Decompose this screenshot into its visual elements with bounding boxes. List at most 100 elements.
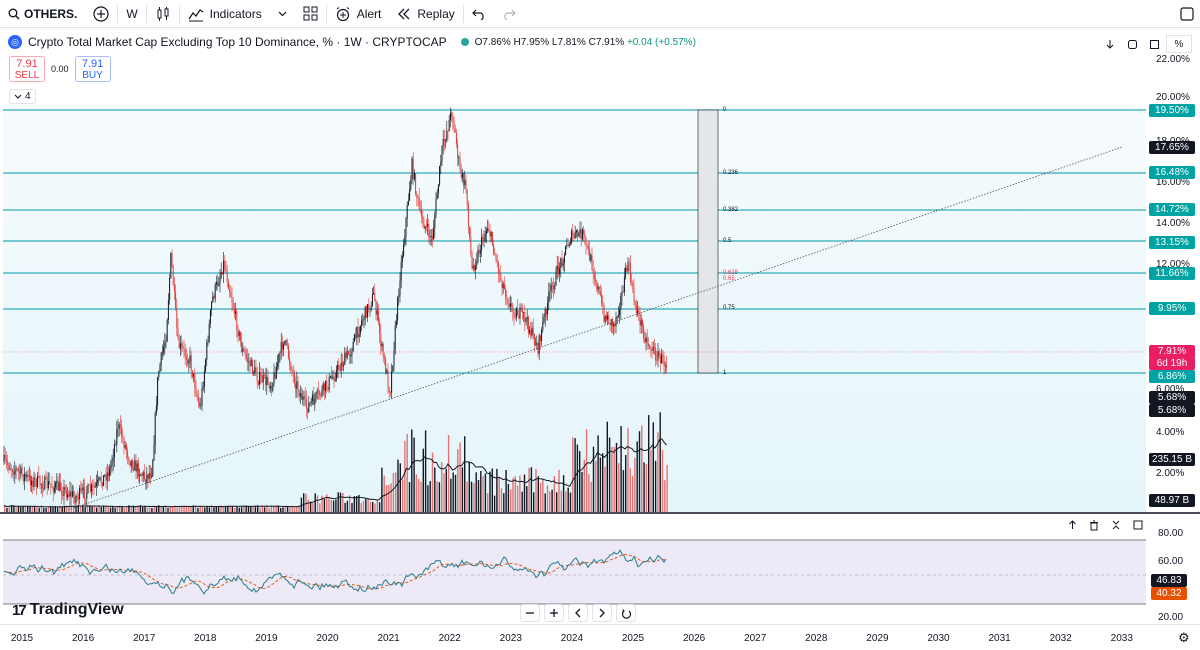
candle-body bbox=[172, 265, 174, 286]
candle-body bbox=[208, 323, 210, 342]
series-title[interactable]: Crypto Total Market Cap Excluding Top 10… bbox=[28, 35, 447, 49]
candle-body bbox=[463, 173, 465, 186]
maximize-pane-button[interactable] bbox=[1144, 35, 1164, 53]
candle-body bbox=[621, 291, 623, 296]
volume-bar bbox=[273, 505, 275, 512]
maximize-pane-button[interactable] bbox=[1130, 518, 1146, 532]
chart-background bbox=[3, 108, 1146, 512]
candle-body bbox=[233, 308, 235, 314]
scroll-left-button[interactable] bbox=[568, 604, 588, 622]
candle-body bbox=[196, 395, 198, 397]
candle-body bbox=[499, 273, 501, 275]
zoom-out-button[interactable] bbox=[520, 604, 540, 622]
cryptocap-logo-icon: ◎ bbox=[8, 35, 22, 49]
candle-body bbox=[88, 484, 90, 486]
time-tick: 2029 bbox=[866, 633, 889, 644]
candle-body bbox=[661, 354, 663, 363]
candle-body bbox=[457, 144, 459, 158]
delete-pane-button[interactable] bbox=[1086, 518, 1102, 532]
candle-body bbox=[597, 286, 599, 290]
price-axis[interactable]: 22.00% 20.00% 18.00% 16.00% 14.00% 12.00… bbox=[1146, 54, 1200, 512]
indicators-button[interactable]: Indicators bbox=[180, 0, 270, 28]
buy-button[interactable]: 7.91 BUY bbox=[74, 56, 111, 82]
volume-bar bbox=[443, 473, 445, 512]
candle-body bbox=[575, 229, 577, 233]
candle-body bbox=[350, 354, 352, 357]
fib-level-label: 0 bbox=[723, 107, 727, 113]
volume-bar bbox=[314, 493, 316, 512]
zoom-in-button[interactable] bbox=[544, 604, 564, 622]
symbol-search-button[interactable]: OTHERS. bbox=[0, 0, 85, 28]
price-chart[interactable] bbox=[0, 0, 1200, 650]
volume-bar bbox=[510, 489, 512, 512]
candle-body bbox=[657, 351, 659, 361]
volume-bar bbox=[452, 472, 454, 512]
low-value: L7.81% bbox=[551, 36, 586, 48]
undo-button[interactable] bbox=[464, 0, 494, 28]
fullscreen-button[interactable] bbox=[1172, 0, 1200, 28]
volume-bar bbox=[190, 506, 192, 512]
volume-bar bbox=[17, 506, 20, 512]
replay-label: Replay bbox=[417, 6, 455, 21]
move-pane-up-button[interactable] bbox=[1064, 518, 1080, 532]
volume-bar bbox=[459, 442, 461, 512]
market-status-icon bbox=[460, 38, 469, 46]
candle-body bbox=[188, 361, 190, 364]
candle-body bbox=[57, 480, 59, 491]
alert-button[interactable]: Alert bbox=[327, 0, 390, 28]
candle-body bbox=[620, 295, 622, 310]
candle-body bbox=[455, 132, 457, 145]
candle-body bbox=[459, 157, 461, 169]
volume-bar bbox=[192, 505, 194, 512]
collapse-pane-button[interactable] bbox=[1108, 518, 1124, 532]
redo-button[interactable] bbox=[494, 0, 524, 28]
scroll-to-latest-button[interactable] bbox=[1100, 35, 1120, 53]
volume-bar bbox=[309, 501, 312, 512]
candle-body bbox=[218, 283, 220, 286]
sell-button[interactable]: 7.91 SELL bbox=[9, 56, 45, 82]
candle-body bbox=[139, 475, 141, 477]
candle-body bbox=[483, 240, 485, 242]
candle-body bbox=[448, 119, 450, 131]
interval-button[interactable]: W bbox=[118, 0, 145, 28]
candle-body bbox=[451, 112, 453, 117]
volume-moving-average bbox=[3, 438, 667, 508]
candle-body bbox=[140, 474, 142, 476]
candle-body bbox=[473, 265, 475, 271]
percent-scale-button[interactable]: % bbox=[1166, 35, 1192, 53]
candle-body bbox=[509, 303, 511, 308]
candle-body bbox=[331, 375, 333, 379]
volume-bar bbox=[636, 441, 638, 512]
fib-level-label: 0.5 bbox=[723, 238, 732, 244]
candle-body bbox=[547, 302, 549, 315]
candle-body bbox=[277, 363, 279, 367]
layout-templates-button[interactable] bbox=[295, 0, 326, 28]
chart-settings-icon[interactable]: ⚙ bbox=[1178, 630, 1190, 646]
replay-button[interactable]: Replay bbox=[389, 0, 462, 28]
candle-body bbox=[298, 390, 300, 397]
volume-bar bbox=[178, 507, 181, 512]
candle-body bbox=[226, 271, 228, 282]
chart-type-button[interactable] bbox=[147, 0, 179, 28]
indicators-dropdown[interactable] bbox=[270, 0, 295, 28]
candle-body bbox=[245, 353, 247, 358]
volume-bar bbox=[10, 505, 13, 512]
time-axis[interactable]: 2015 2016 2017 2018 2019 2020 2021 2022 2023 2024… bbox=[0, 624, 1200, 650]
volume-bar bbox=[482, 476, 484, 512]
indicators-toggle[interactable]: 4 bbox=[9, 89, 36, 104]
volume-bar bbox=[546, 485, 549, 512]
candle-body bbox=[249, 361, 251, 367]
compare-symbol-button[interactable] bbox=[85, 0, 117, 28]
candle-body bbox=[527, 316, 529, 333]
candle-body bbox=[494, 253, 496, 256]
auto-scale-button[interactable] bbox=[1122, 35, 1142, 53]
tradingview-logo[interactable]: 17 TradingView bbox=[12, 601, 124, 619]
scroll-right-button[interactable] bbox=[592, 604, 612, 622]
candle-body bbox=[466, 189, 468, 206]
candle-body bbox=[591, 254, 593, 270]
volume-bar bbox=[277, 505, 280, 512]
time-tick: 2025 bbox=[621, 633, 645, 644]
candle-body bbox=[62, 494, 64, 497]
reset-chart-button[interactable] bbox=[616, 604, 636, 622]
volume-bar bbox=[275, 506, 277, 512]
